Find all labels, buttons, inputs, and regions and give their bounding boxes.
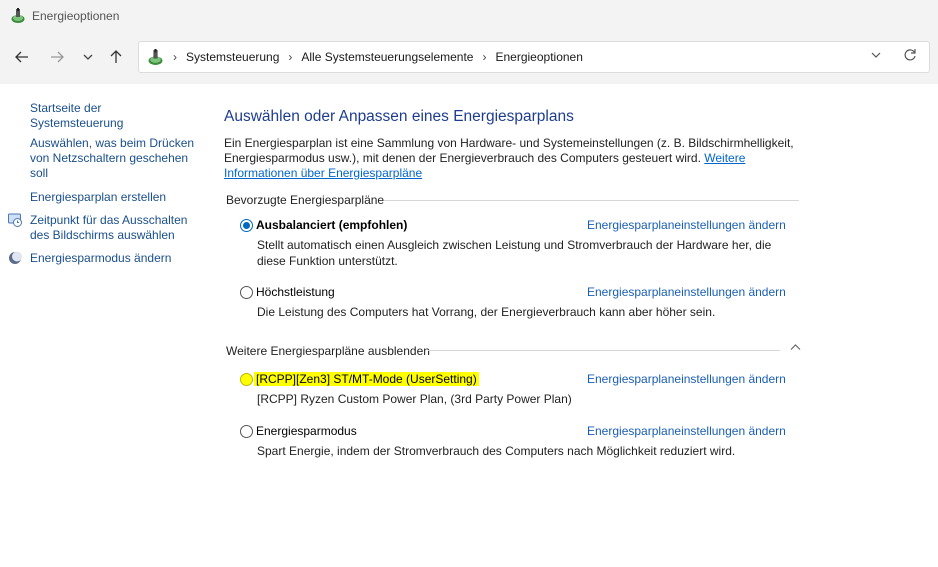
- window-title: Energieoptionen: [32, 9, 120, 23]
- sidebar-item-energiesparmodus[interactable]: Energiesparmodus ändern: [30, 251, 195, 266]
- refresh-icon: [904, 49, 916, 61]
- plan-description: [RCPP] Ryzen Custom Power Plan, (3rd Par…: [257, 392, 572, 406]
- change-plan-settings-link[interactable]: Energiesparplaneinstellungen ändern: [587, 372, 786, 386]
- plan-description: Die Leistung des Computers hat Vorrang, …: [257, 305, 716, 319]
- breadcrumb-energieoptionen[interactable]: Energieoptionen: [495, 50, 582, 64]
- page-title: Auswählen oder Anpassen eines Energiespa…: [224, 108, 574, 125]
- back-button[interactable]: [11, 46, 33, 68]
- preferred-plans-title: Bevorzugte Energiesparpläne: [226, 193, 385, 207]
- sidebar-item-plan-erstellen[interactable]: Energiesparplan erstellen: [30, 190, 195, 205]
- sidebar-item-netzschalter[interactable]: Auswählen, was beim Drücken von Netzscha…: [30, 136, 195, 181]
- section-divider: [428, 350, 780, 351]
- monitor-clock-icon: [8, 213, 22, 227]
- chevron-down-icon: [871, 52, 881, 58]
- intro-text: Ein Energiesparplan ist eine Sammlung vo…: [224, 136, 794, 181]
- change-plan-settings-link[interactable]: Energiesparplaneinstellungen ändern: [587, 218, 786, 232]
- plan-name[interactable]: [RCPP][Zen3] ST/MT-Mode (UserSetting): [254, 372, 479, 386]
- collapse-plans-button[interactable]: [788, 342, 802, 356]
- refresh-button[interactable]: [903, 48, 917, 65]
- title-bar: Energieoptionen: [0, 0, 938, 32]
- more-plans-title: Weitere Energiesparpläne ausblenden: [226, 344, 430, 358]
- power-options-icon: [148, 48, 163, 65]
- back-arrow-icon: [15, 51, 28, 63]
- navigation-bar: › Systemsteuerung › Alle Systemsteuerung…: [0, 32, 938, 84]
- plan-name[interactable]: Ausbalanciert (empfohlen): [256, 218, 407, 232]
- plan-name[interactable]: Energiesparmodus: [256, 424, 357, 438]
- breadcrumb-alle-elemente[interactable]: Alle Systemsteuerungselemente: [301, 50, 473, 64]
- up-arrow-icon: [110, 50, 122, 63]
- plan-radio[interactable]: [240, 219, 253, 232]
- plan-name[interactable]: Höchstleistung: [256, 285, 335, 299]
- moon-icon: [9, 251, 22, 264]
- power-options-icon: [11, 8, 25, 23]
- breadcrumb-separator[interactable]: ›: [173, 50, 177, 64]
- up-button[interactable]: [105, 46, 127, 68]
- breadcrumb-separator[interactable]: ›: [288, 50, 292, 64]
- plan-description: Stellt automatisch einen Ausgleich zwisc…: [257, 238, 772, 268]
- recent-locations-button[interactable]: [77, 46, 99, 68]
- forward-arrow-icon: [51, 51, 64, 63]
- change-plan-settings-link[interactable]: Energiesparplaneinstellungen ändern: [587, 285, 786, 299]
- breadcrumb-systemsteuerung[interactable]: Systemsteuerung: [186, 50, 279, 64]
- plan-radio[interactable]: [240, 286, 253, 299]
- sidebar-item-bildschirm[interactable]: Zeitpunkt für das Ausschalten des Bildsc…: [30, 213, 195, 243]
- plan-radio[interactable]: [240, 425, 253, 438]
- address-bar[interactable]: › Systemsteuerung › Alle Systemsteuerung…: [138, 41, 930, 73]
- breadcrumb-separator[interactable]: ›: [482, 50, 486, 64]
- plan-description: Spart Energie, indem der Stromverbrauch …: [257, 444, 736, 458]
- forward-button[interactable]: [46, 46, 68, 68]
- recent-chevron-icon: [83, 54, 93, 60]
- address-history-button[interactable]: [871, 50, 881, 63]
- change-plan-settings-link[interactable]: Energiesparplaneinstellungen ändern: [587, 424, 786, 438]
- collapse-chevron-icon: [790, 344, 800, 350]
- plan-radio[interactable]: [240, 373, 253, 386]
- section-divider: [384, 200, 799, 201]
- sidebar-item-startseite[interactable]: Startseite der Systemsteuerung: [30, 101, 195, 131]
